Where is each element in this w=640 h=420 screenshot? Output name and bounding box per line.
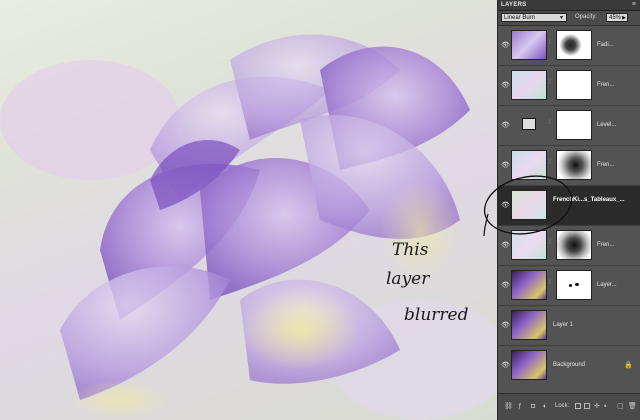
link-chain-icon: ⁞ [549,40,551,46]
layer-row[interactable]: 👁 Background 🔒 [498,346,640,386]
layer-mask-thumbnail [556,30,592,60]
lock-icon: 🔒 [624,362,633,369]
layer-mask-thumbnail [556,230,592,260]
lock-image-icon[interactable] [584,403,590,409]
layer-row[interactable]: 👁 ⁞ Layer... [498,266,640,306]
layer-name: Level... [597,122,617,128]
layer-thumbnail [511,190,547,220]
layer-row-selected[interactable]: 👁 FrenchKi...s_Tableaux_... [498,186,640,226]
visibility-eye-icon[interactable]: 👁 [501,282,510,290]
link-chain-icon: ⁞ [549,120,551,126]
layer-name: Layer 1 [553,322,574,328]
layer-name: Fadi... [597,42,614,48]
levels-adjustment-icon [522,118,536,130]
blend-mode-select[interactable]: Linear Burn ▼ [501,13,567,22]
link-chain-icon: ⁞ [549,160,551,166]
link-layers-icon[interactable]: ⛓ [504,403,513,411]
visibility-eye-icon[interactable]: 👁 [501,82,510,90]
blend-mode-value: Linear Burn [504,15,536,21]
add-mask-icon[interactable]: ◘ [531,403,535,411]
layer-row[interactable]: 👁 ⁞ Level... [498,106,640,146]
lock-transparent-icon[interactable] [575,403,581,409]
layers-panel-tabbar: LAYERS ≡ [498,0,640,11]
lock-label: Lock: [555,403,570,409]
visibility-eye-icon[interactable]: 👁 [501,322,510,330]
layer-name: Background [553,362,586,368]
link-chain-icon: ⁞ [549,280,551,286]
visibility-eye-icon[interactable]: 👁 [501,122,510,130]
new-layer-icon[interactable]: ▢ [617,403,624,411]
layer-name: Fren... [597,162,615,168]
visibility-eye-icon[interactable]: 👁 [501,202,510,210]
layer-mask-thumbnail [556,270,592,300]
link-chain-icon: ⁞ [549,80,551,86]
layer-mask-thumbnail [556,110,592,140]
layers-list: 👁 ⁞ Fadi... 👁 ⁞ Fren... 👁 ⁞ Level... 👁 ⁞… [498,26,640,394]
panel-menu-icon[interactable]: ≡ [632,1,636,9]
layer-thumbnail [511,310,547,340]
layer-thumbnail [511,30,547,60]
opacity-field[interactable]: 45% ▶ [606,13,628,22]
layer-name: FrenchKi...s_Tableaux_... [553,197,625,203]
layer-thumbnail [511,110,547,140]
layer-thumbnail [511,270,547,300]
layers-panel-footer: ⛓ ƒ ◘ ◐ Lock: ✛ ▪ ▢ 🗑 [498,393,640,420]
layers-tab[interactable]: LAYERS [501,0,527,10]
fx-icon[interactable]: ƒ [518,403,522,411]
flower-artwork [0,34,497,420]
lock-all-icon[interactable]: ▪ [604,403,606,411]
layer-name: Fren... [597,82,615,88]
opacity-value: 45% [609,15,622,21]
visibility-eye-icon[interactable]: 👁 [501,362,510,370]
layer-row[interactable]: 👁 Layer 1 [498,306,640,346]
layer-options-bar: Linear Burn ▼ Opacity: 45% ▶ [498,11,640,26]
layer-mask-thumbnail [556,150,592,180]
layer-mask-thumbnail [556,70,592,100]
adjustment-layer-icon[interactable]: ◐ [543,403,547,411]
layer-row[interactable]: 👁 ⁞ Fren... [498,226,640,266]
layer-thumbnail [511,70,547,100]
visibility-eye-icon[interactable]: 👁 [501,42,510,50]
layers-panel: LAYERS ≡ Linear Burn ▼ Opacity: 45% ▶ 👁 … [497,0,640,420]
layer-name: Fren... [597,242,615,248]
layer-row[interactable]: 👁 ⁞ Fren... [498,146,640,186]
delete-layer-icon[interactable]: 🗑 [628,403,637,411]
layer-thumbnail [511,150,547,180]
layer-name: Layer... [597,282,617,288]
chevron-right-icon: ▶ [622,15,626,21]
layer-row[interactable]: 👁 ⁞ Fadi... [498,26,640,66]
opacity-label: Opacity: [575,14,598,20]
visibility-eye-icon[interactable]: 👁 [501,162,510,170]
document-canvas[interactable] [0,0,497,420]
layer-thumbnail [511,230,547,260]
chevron-down-icon: ▼ [559,15,564,21]
lock-position-icon[interactable]: ✛ [594,403,600,411]
layer-row[interactable]: 👁 ⁞ Fren... [498,66,640,106]
visibility-eye-icon[interactable]: 👁 [501,242,510,250]
layer-thumbnail [511,350,547,380]
link-chain-icon: ⁞ [549,240,551,246]
